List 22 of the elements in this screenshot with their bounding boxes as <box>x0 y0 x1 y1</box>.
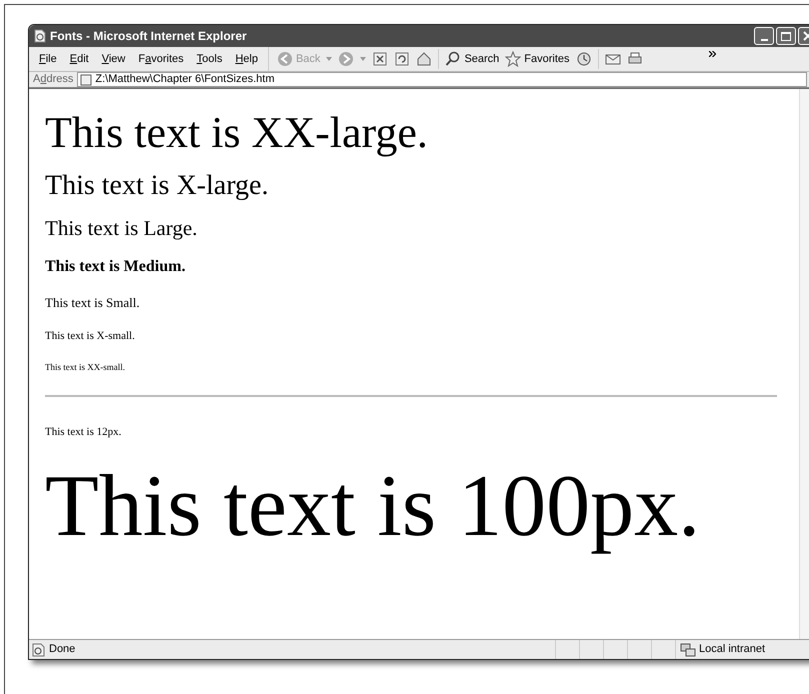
window-title: Fonts - Microsoft Internet Explorer <box>50 28 247 45</box>
menu-item[interactable]: Favorites <box>138 50 184 68</box>
sample-text: This text is 12px. <box>45 425 122 439</box>
sample-text: This text is X-large. <box>45 169 268 203</box>
favorites-button[interactable]: Favorites <box>505 50 570 68</box>
menu-item[interactable]: View <box>102 50 126 68</box>
address-field[interactable]: Z:\Matthew\Chapter 6\FontSizes.htm <box>77 72 807 87</box>
sample-text: This text is Large. <box>45 215 198 241</box>
sample-text: This text is 100px. <box>45 457 700 557</box>
status-text: Done <box>49 642 76 658</box>
sample-text: This text is XX-small. <box>45 361 125 373</box>
sample-text: This text is Small. <box>45 295 140 311</box>
sample-text: This text is X-small. <box>45 329 135 343</box>
menu-item[interactable]: Help <box>235 50 258 68</box>
address-label: Address <box>32 72 74 88</box>
search-button[interactable]: Search <box>445 50 500 68</box>
zone-text: Local intranet <box>699 642 766 658</box>
menu-item[interactable]: Tools <box>196 50 222 68</box>
sample-text: This text is XX-large. <box>45 107 428 159</box>
menu-item[interactable]: File <box>39 50 57 68</box>
menu-item[interactable]: Edit <box>70 50 89 68</box>
sample-text: This text is Medium. <box>45 257 186 277</box>
